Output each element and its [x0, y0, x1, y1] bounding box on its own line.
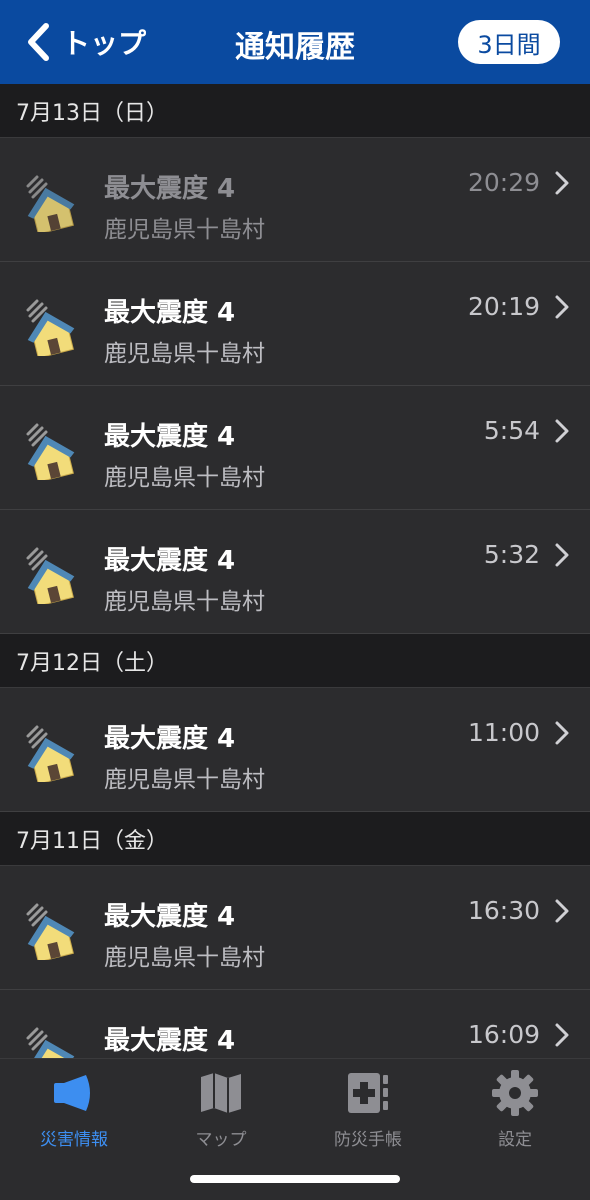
tab-label: 防災手帳 [334, 1130, 402, 1150]
item-location: 鹿児島県十島村 [104, 341, 265, 367]
item-location: 鹿児島県十島村 [104, 465, 265, 491]
period-button[interactable]: 3日間 [458, 20, 560, 64]
item-time: 11:00 [467, 718, 540, 747]
tab-first-aid-notebook[interactable]: 防災手帳 [308, 1069, 428, 1150]
item-title: 最大震度 4 [104, 546, 236, 576]
earthquake-house-icon [22, 898, 80, 963]
earthquake-house-icon [22, 542, 80, 607]
tab-gear[interactable]: 設定 [455, 1069, 575, 1150]
chevron-right-icon [554, 418, 570, 444]
item-title: 最大震度 4 [104, 422, 236, 452]
chevron-right-icon [554, 170, 570, 196]
item-title: 最大震度 4 [104, 298, 236, 328]
earthquake-house-icon [22, 418, 80, 483]
gear-icon [491, 1069, 539, 1117]
date-section-header: 7月12日（土） [0, 634, 590, 688]
tab-label: 災害情報 [40, 1130, 108, 1150]
item-location: 鹿児島県十島村 [104, 589, 265, 615]
home-indicator [190, 1175, 400, 1183]
list-item[interactable]: 最大震度 4 鹿児島県十島村 16:30 [0, 866, 590, 990]
item-time: 16:09 [467, 1020, 540, 1049]
list-item[interactable]: 最大震度 4 鹿児島県十島村 20:19 [0, 262, 590, 386]
item-time: 5:32 [483, 540, 540, 569]
date-section-header: 7月13日（日） [0, 84, 590, 138]
item-location: 鹿児島県十島村 [104, 217, 265, 243]
list-item[interactable]: 最大震度 4 鹿児島県十島村 20:29 [0, 138, 590, 262]
map-icon [197, 1069, 245, 1117]
item-title: 最大震度 4 [104, 174, 236, 204]
earthquake-house-icon [22, 720, 80, 785]
nav-bar: トップ 通知履歴 3日間 [0, 0, 590, 84]
back-button[interactable]: トップ [22, 20, 146, 64]
item-location: 鹿児島県十島村 [104, 945, 265, 971]
item-title: 最大震度 4 [104, 724, 236, 754]
first-aid-notebook-icon [344, 1069, 392, 1117]
chevron-right-icon [554, 720, 570, 746]
chevron-right-icon [554, 1022, 570, 1048]
item-time: 20:29 [467, 168, 540, 197]
list-item[interactable]: 最大震度 4 鹿児島県十島村 5:32 [0, 510, 590, 634]
chevron-right-icon [554, 294, 570, 320]
back-label: トップ [62, 27, 147, 60]
earthquake-house-icon [22, 1022, 80, 1058]
tab-label: マップ [195, 1130, 247, 1150]
tab-map[interactable]: マップ [161, 1069, 281, 1150]
list-item[interactable]: 最大震度 4鹿児島県十島村16:09 [0, 990, 590, 1058]
item-title: 最大震度 4 [104, 902, 236, 932]
chevron-right-icon [554, 898, 570, 924]
item-location: 鹿児島県十島村 [104, 767, 265, 793]
item-title: 最大震度 4 [104, 1026, 236, 1056]
notification-list[interactable]: 7月13日（日） 最大震度 4 鹿児島県十島村 20:29 最大震度 4 鹿児島県十島村 2… [0, 84, 590, 1058]
list-item[interactable]: 最大震度 4 鹿児島県十島村 5:54 [0, 386, 590, 510]
item-time: 16:30 [467, 896, 540, 925]
item-time: 5:54 [483, 416, 540, 445]
chevron-left-icon [28, 23, 49, 61]
megaphone-icon [50, 1069, 98, 1117]
tab-megaphone[interactable]: 災害情報 [14, 1069, 134, 1150]
tab-label: 設定 [498, 1130, 532, 1150]
list-item[interactable]: 最大震度 4 鹿児島県十島村 11:00 [0, 688, 590, 812]
item-time: 20:19 [467, 292, 540, 321]
chevron-right-icon [554, 542, 570, 568]
date-section-header: 7月11日（金） [0, 812, 590, 866]
earthquake-house-icon [22, 294, 80, 359]
earthquake-house-icon [22, 170, 80, 235]
